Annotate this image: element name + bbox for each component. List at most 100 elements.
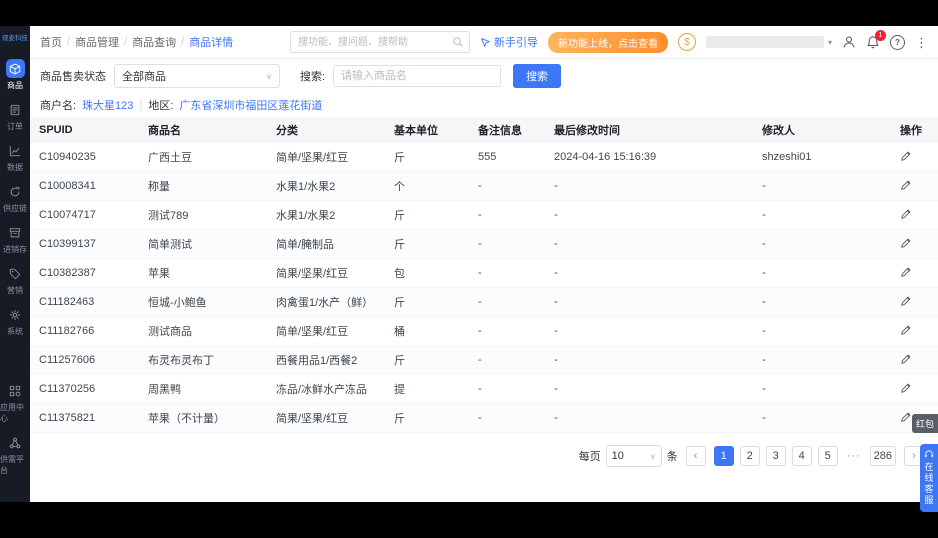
cell-unit: 斤 xyxy=(388,345,472,375)
cell-category: 简果/坚果/红豆 xyxy=(270,403,388,433)
sidebar-item-label: 系统 xyxy=(7,327,23,336)
cell-modified: - xyxy=(548,229,756,259)
edit-button[interactable] xyxy=(894,229,938,259)
sidebar-item-label: 订单 xyxy=(7,122,23,131)
cell-spuid: C10382387 xyxy=(30,258,142,288)
edit-button[interactable] xyxy=(894,287,938,317)
merchant-name-link[interactable]: 珠大星123 xyxy=(82,97,133,113)
divider: | xyxy=(139,99,143,111)
sidebar-item-label: 供需平台 xyxy=(0,455,24,475)
help-icon[interactable]: ? xyxy=(890,34,905,50)
sidebar-item-marketing[interactable]: 营销 xyxy=(0,264,30,296)
breadcrumb-home[interactable]: 首页 xyxy=(40,34,62,50)
edit-button[interactable] xyxy=(894,171,938,201)
page-button[interactable]: 2 xyxy=(739,446,760,466)
column-header: 修改人 xyxy=(756,117,894,143)
sidebar-item-label: 数据 xyxy=(7,163,23,172)
red-packet-floater[interactable]: 红包 xyxy=(911,414,938,433)
cell-modified: - xyxy=(548,345,756,375)
edit-button[interactable] xyxy=(894,143,938,172)
sidebar-item-data[interactable]: 数据 xyxy=(0,141,30,173)
cell-unit: 斤 xyxy=(388,403,472,433)
edit-pencil-icon xyxy=(901,267,911,277)
notification-bell-icon[interactable]: 1 xyxy=(866,30,886,49)
cell-spuid: C11375821 xyxy=(30,403,142,433)
cell-note: - xyxy=(472,287,548,317)
page-button[interactable]: 5 xyxy=(817,446,838,466)
tag-icon xyxy=(6,264,25,283)
cell-unit: 斤 xyxy=(388,143,472,172)
cell-spuid: C10008341 xyxy=(30,171,142,201)
page-button[interactable]: 286 xyxy=(869,446,896,466)
sidebar-item-app-center[interactable]: 应用中心 xyxy=(0,381,30,424)
chevron-down-icon: ▾ xyxy=(827,37,832,47)
search-button[interactable]: 搜索 xyxy=(513,64,562,88)
cell-modifier: - xyxy=(756,345,894,375)
cell-category: 肉禽蛋1/水产（鲜） xyxy=(270,287,388,317)
sidebar-item-inventory[interactable]: 进销存 xyxy=(0,223,30,255)
cell-name: 布灵布灵布丁 xyxy=(142,345,270,375)
page-button[interactable]: 4 xyxy=(791,446,812,466)
sidebar-item-supply-chain[interactable]: 供应链 xyxy=(0,182,30,214)
cell-name: 测试789 xyxy=(142,200,270,230)
beginner-guide-button[interactable]: 新手引导 xyxy=(480,34,538,50)
breadcrumb-goods-query[interactable]: 商品查询 xyxy=(132,34,176,50)
cell-spuid: C11370256 xyxy=(30,374,142,404)
edit-pencil-icon xyxy=(901,151,911,161)
more-menu-icon[interactable]: ⋮ xyxy=(915,36,928,49)
edit-button[interactable] xyxy=(894,258,938,288)
apps-grid-icon xyxy=(6,381,25,400)
pagination-ellipsis[interactable]: ··· xyxy=(844,446,864,466)
region-link[interactable]: 广东省深圳市福田区莲花街道 xyxy=(179,97,322,113)
cell-note: - xyxy=(472,345,548,375)
cell-category: 水果1/水果2 xyxy=(270,171,388,201)
chart-icon xyxy=(6,141,25,160)
table-row: C11370256 周黑鸭 冻品/冰鲜水产冻品提 - - - xyxy=(30,374,938,404)
status-select[interactable]: 全部商品 ∨ xyxy=(114,64,280,88)
table-row: C10940235 广西土豆 简单/坚果/红豆斤 555 2024-04-16 15:1… xyxy=(30,143,938,172)
prev-page-button[interactable]: ‹ xyxy=(685,446,706,466)
sidebar-item-label: 供应链 xyxy=(3,204,27,213)
edit-button[interactable] xyxy=(894,200,938,230)
cell-name: 周黑鸭 xyxy=(142,374,270,404)
global-search[interactable] xyxy=(289,31,470,53)
cell-modified: - xyxy=(548,200,756,230)
cell-note: - xyxy=(472,403,548,433)
per-page-control: 每页 10 ∨ 条 xyxy=(579,445,678,467)
edit-pencil-icon xyxy=(901,296,911,306)
status-filter-label: 商品售卖状态 xyxy=(40,71,106,83)
sidebar-item-label: 进销存 xyxy=(3,245,27,254)
breadcrumb-goods-management[interactable]: 商品管理 xyxy=(75,34,119,50)
app-window: 观麦科技 商品 订单 数据 供应链 进销存 营销 系统 应用中心 供需平台 首页… xyxy=(0,26,938,512)
customer-service-ribbon[interactable]: 在线客服 xyxy=(920,444,938,512)
cell-note: - xyxy=(472,229,548,259)
page-button[interactable]: 3 xyxy=(765,446,786,466)
edit-pencil-icon xyxy=(901,383,911,393)
sidebar-item-supply-platform[interactable]: 供需平台 xyxy=(0,433,30,476)
user-account[interactable]: ▾ xyxy=(705,36,832,48)
keyword-search-input[interactable] xyxy=(333,65,502,87)
page-button[interactable]: 1 xyxy=(713,446,734,466)
per-page-select[interactable]: 10 ∨ xyxy=(605,445,662,467)
edit-button[interactable] xyxy=(894,316,938,346)
currency-icon[interactable]: $ xyxy=(677,33,696,51)
edit-button[interactable] xyxy=(894,374,938,404)
table-row: C10008341 称量 水果1/水果2 个 - - - xyxy=(30,171,938,201)
cell-modified: - xyxy=(548,374,756,404)
cell-modified: - xyxy=(548,403,756,433)
sidebar-item-system[interactable]: 系统 xyxy=(0,305,30,337)
sidebar-item-orders[interactable]: 订单 xyxy=(0,100,30,132)
per-page-prefix: 每页 xyxy=(578,451,601,463)
table-row: C10382387 苹果 简果/坚果/红豆包 - - - xyxy=(30,258,938,288)
global-search-input[interactable] xyxy=(295,35,448,49)
cell-category: 西餐用品1/西餐2 xyxy=(270,345,388,375)
sidebar-item-goods[interactable]: 商品 xyxy=(0,59,30,91)
account-person-icon[interactable] xyxy=(842,35,856,49)
cell-name: 称量 xyxy=(142,171,270,201)
cell-unit: 斤 xyxy=(388,200,472,230)
edit-pencil-icon xyxy=(901,412,911,422)
cell-modifier: - xyxy=(756,403,894,433)
edit-button[interactable] xyxy=(894,345,938,375)
cell-unit: 桶 xyxy=(388,316,472,346)
new-feature-banner[interactable]: 新功能上线，点击查看 xyxy=(547,31,668,53)
